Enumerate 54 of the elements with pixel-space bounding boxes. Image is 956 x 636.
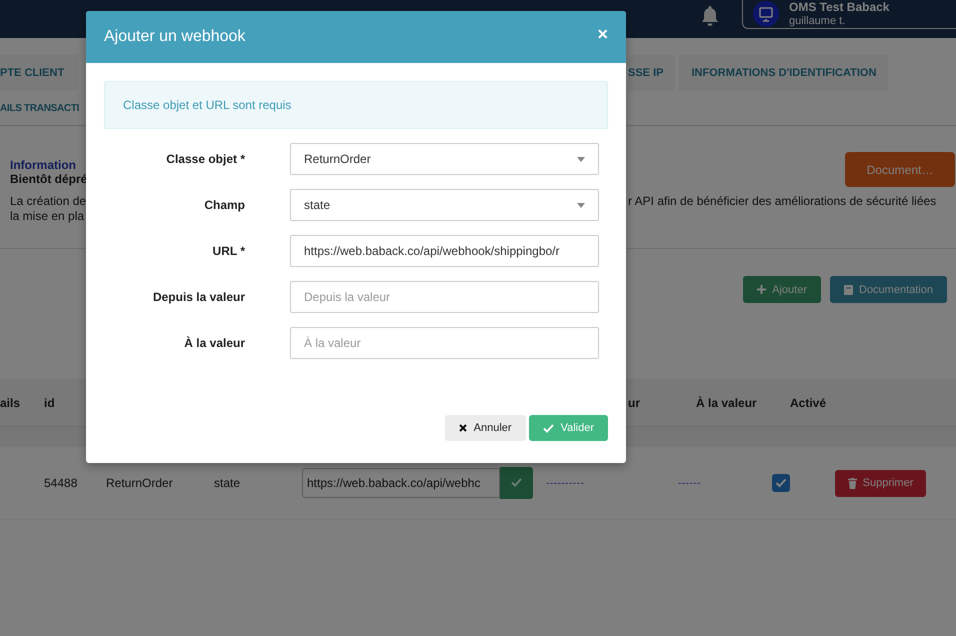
user-name: OMS Test Baback [789,0,890,14]
trash-icon [848,478,857,488]
table-cell-text: ReturnOrder [106,476,174,490]
documentation-button[interactable]: Document… [845,152,955,187]
info-text: La création de [10,194,86,209]
close-icon [458,424,467,432]
info-title: Information [10,158,76,172]
column-header: À la valeur [696,396,758,410]
bell-icon[interactable] [700,5,720,27]
add-button[interactable]: Ajouter [743,276,821,303]
field-label: Champ [203,198,245,212]
submit-button[interactable]: Valider [528,415,608,441]
plus-icon [757,285,766,294]
table-cell-text: 54488 [44,476,78,490]
user-menu[interactable]: OMS Test Baback guillaume t. [742,0,956,29]
user-subtitle: guillaume t. [789,14,846,28]
tab[interactable]: INFORMATIONS D'IDENTIFICATION [679,55,888,91]
info-text: la mise en pla [10,209,84,224]
cancel-button[interactable]: Annuler [444,415,526,441]
field-label: Classe objet * [165,152,245,166]
edit-link[interactable]: ---------- [546,478,584,488]
select-field[interactable]: ReturnOrder [290,143,599,175]
check-icon [775,478,787,488]
table-cell-text: state [214,476,242,490]
confirm-button[interactable] [500,466,533,498]
avatar-icon [753,0,779,26]
book-icon [844,284,853,294]
select-field[interactable]: state [290,189,599,221]
checkbox[interactable] [772,474,790,492]
column-header: ur [628,396,641,410]
caret-icon [577,202,585,208]
column-header: id [44,396,56,410]
column-header: Activé [790,396,826,410]
documentation-button[interactable]: Documentation [830,276,947,303]
info-text: r API afin de bénéficier des améliorations de sécurité liées [628,194,936,210]
input-field[interactable]: À la valeur [290,327,599,359]
field-label: Depuis la valeur [152,290,245,304]
input-field[interactable]: https://web.baback.co/api/webhook/shippingbo/r [290,235,599,267]
url-field[interactable]: https://web.baback.co/api/webhc [302,468,500,498]
field-label: À la valeur [183,336,245,350]
close-button[interactable]: × [597,24,608,44]
field-label: URL * [212,244,245,258]
tab[interactable]: SSE IP [628,55,676,91]
delete-button[interactable]: Supprimer [835,470,926,496]
check-icon [511,478,522,487]
info-subtitle: Bientôt dépré [10,172,88,186]
modal-title: Ajouter un webhook [104,28,246,46]
edit-link[interactable]: ------ [678,478,701,488]
tab[interactable]: PTE CLIENT [0,55,78,91]
caret-icon [577,156,585,162]
alert-text: Classe objet et URL sont requis [123,98,292,112]
column-header: ails [0,396,22,410]
check-icon [542,424,554,432]
input-field[interactable]: Depuis la valeur [290,281,599,313]
